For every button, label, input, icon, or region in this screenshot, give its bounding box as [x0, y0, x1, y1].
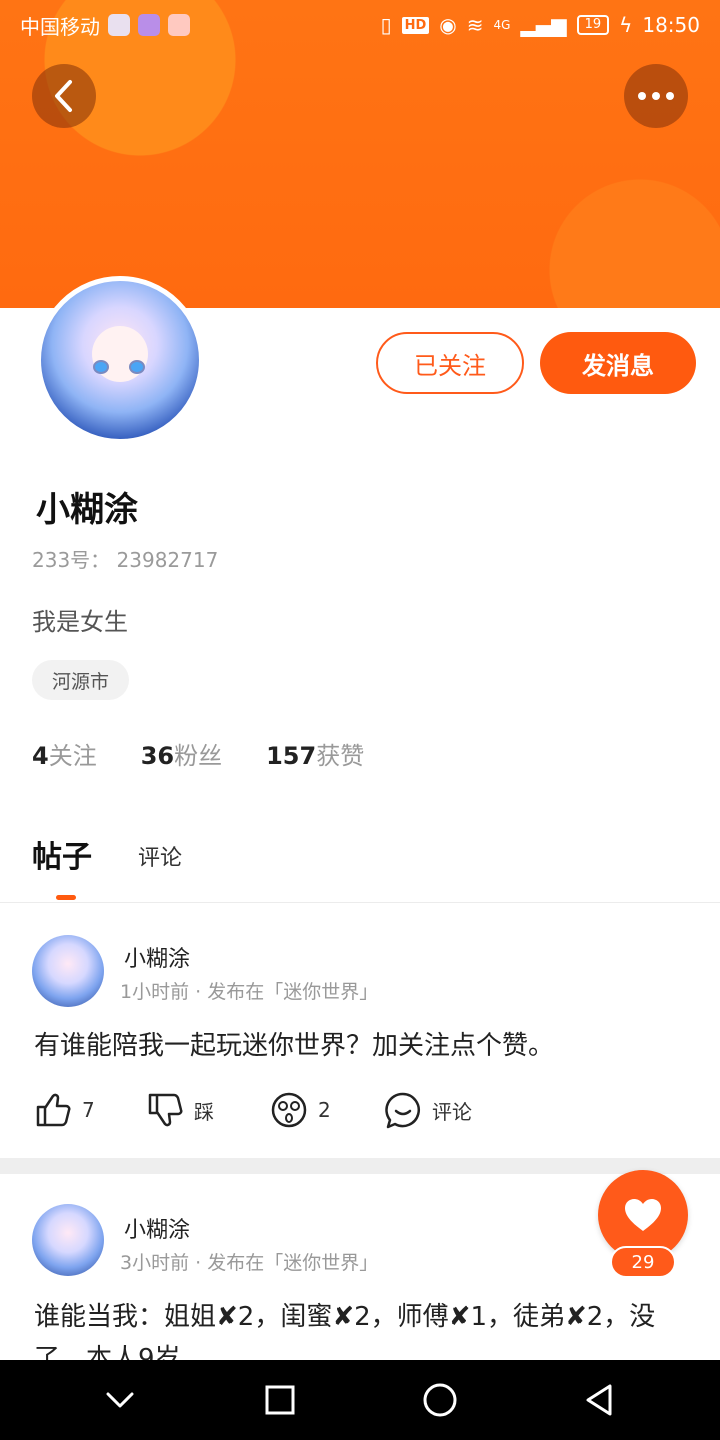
chevron-left-icon: [55, 80, 72, 112]
chevron-down-icon[interactable]: [100, 1380, 140, 1420]
more-dots-icon: [638, 92, 674, 100]
more-options-button[interactable]: [624, 64, 688, 128]
dislike-button[interactable]: 踩: [146, 1091, 270, 1129]
following-stat[interactable]: 4关注: [32, 736, 97, 771]
profile-tabs: 帖子 评论: [32, 832, 182, 876]
carrier-label: 中国移动: [20, 14, 100, 39]
post-card[interactable]: 小糊涂 1小时前 · 发布在「迷你世界」 有谁能陪我一起玩迷你世界？加关注点个赞…: [0, 903, 720, 1158]
pink-app-icon: [168, 14, 190, 36]
battery-indicator: 19: [576, 15, 610, 35]
profile-avatar[interactable]: [36, 276, 204, 444]
eye-comfort-icon: ◉: [439, 13, 457, 37]
back-triangle-icon[interactable]: [580, 1380, 620, 1420]
post-meta: 3小时前 · 发布在「迷你世界」: [120, 1252, 379, 1274]
system-nav-bar: [0, 1360, 720, 1440]
signal-icon: ▂▄▆: [520, 13, 567, 37]
app-notification-icon: [108, 14, 130, 36]
music-app-icon: [138, 14, 160, 36]
likes-stat: 157获赞: [266, 742, 365, 770]
vibrate-icon: ▯: [380, 13, 392, 37]
post-content[interactable]: 谁能当我：姐姐✘2，闺蜜✘2，师傅✘1，徒弟✘2，没了，本人9岁: [34, 1296, 686, 1360]
like-button[interactable]: 7: [34, 1091, 146, 1129]
wifi-icon: ≋: [466, 13, 484, 37]
post-meta: 1小时前 · 发布在「迷你世界」: [120, 981, 379, 1003]
comment-button[interactable]: 评论: [384, 1091, 472, 1129]
clock: 18:50: [642, 13, 700, 37]
thumbs-down-icon: [148, 1093, 183, 1127]
emoji-count: 2: [318, 1098, 331, 1122]
post-author-avatar[interactable]: [32, 1204, 104, 1276]
profile-uid: 233号： 23982717: [32, 548, 219, 572]
profile-nickname: 小糊涂: [36, 490, 138, 530]
dislike-label: 踩: [194, 1099, 214, 1124]
thumbs-up-icon: [36, 1093, 71, 1127]
location-tag: 河源市: [32, 660, 130, 700]
post-separator: [0, 1158, 720, 1174]
post-author-avatar[interactable]: [32, 935, 104, 1007]
post-content[interactable]: 有谁能陪我一起玩迷你世界？加关注点个赞。: [34, 1025, 686, 1067]
tab-comments[interactable]: 评论: [138, 840, 182, 876]
back-button[interactable]: [32, 64, 96, 128]
followed-button[interactable]: 已关注: [376, 332, 524, 394]
hd-badge: HD: [401, 16, 430, 34]
post-actions: 7 踩 2 评论: [34, 1091, 472, 1129]
comment-bubble-icon: [385, 1092, 420, 1129]
profile-bio: 我是女生: [32, 608, 128, 636]
profile-banner: 中国移动 ▯ HD ◉ ≋ 4G ▂▄▆ 19 ϟ 18:50: [0, 0, 720, 308]
profile-stats: 4关注 36粉丝 157获赞: [32, 736, 364, 771]
network-label: 4G: [493, 18, 511, 32]
home-circle-icon[interactable]: [420, 1380, 460, 1420]
like-total-badge: 29: [610, 1246, 676, 1278]
heart-icon: [625, 1199, 661, 1231]
dizzy-face-icon: [271, 1092, 307, 1128]
charging-icon: ϟ: [619, 13, 633, 37]
post-author-name[interactable]: 小糊涂: [124, 941, 190, 973]
send-message-button[interactable]: 发消息: [540, 332, 696, 394]
post-author-name[interactable]: 小糊涂: [124, 1212, 190, 1244]
active-tab-indicator: [56, 895, 76, 900]
status-bar: 中国移动 ▯ HD ◉ ≋ 4G ▂▄▆ 19 ϟ 18:50: [0, 0, 720, 50]
recents-square-icon[interactable]: [260, 1380, 300, 1420]
like-count: 7: [82, 1098, 95, 1122]
fans-stat[interactable]: 36粉丝: [141, 736, 222, 771]
tab-posts[interactable]: 帖子: [32, 832, 92, 876]
comment-label: 评论: [432, 1099, 472, 1124]
emoji-reaction-button[interactable]: 2: [270, 1091, 384, 1129]
